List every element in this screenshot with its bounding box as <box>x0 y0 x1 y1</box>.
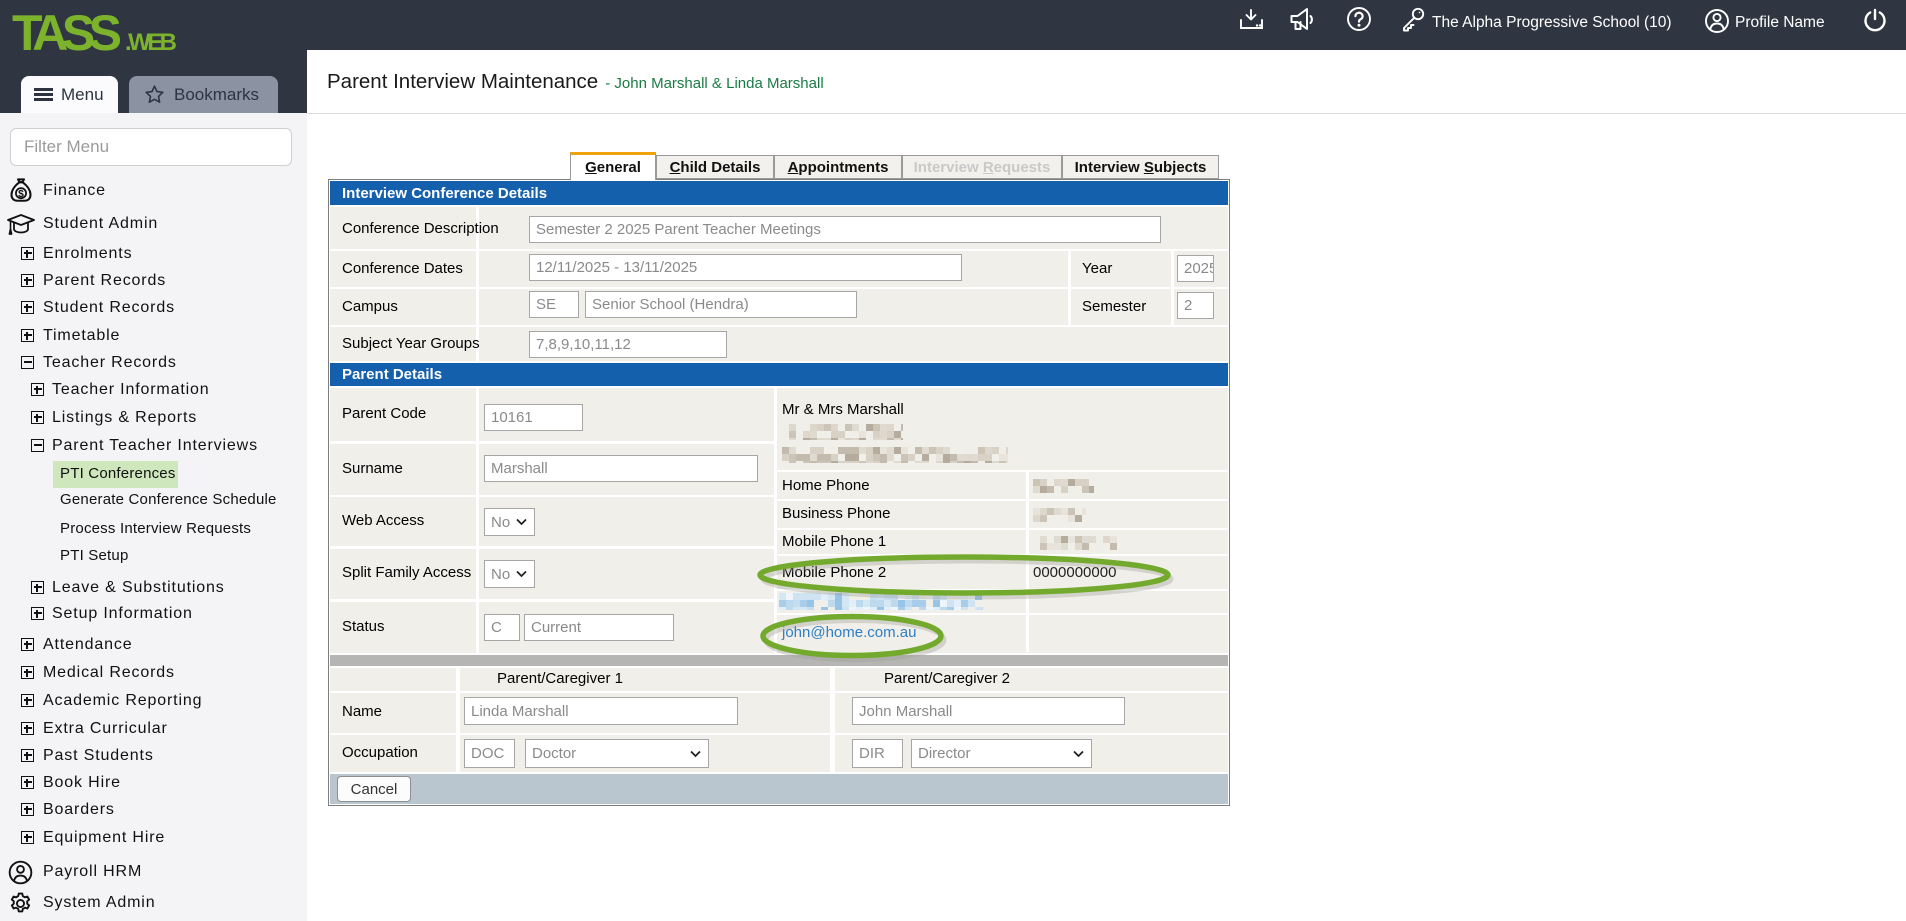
svg-text:TASS: TASS <box>12 5 122 60</box>
svg-text:.WEB: .WEB <box>125 29 177 56</box>
svg-text:$: $ <box>18 189 24 200</box>
svg-text:Profile Name: Profile Name <box>1735 14 1825 31</box>
svg-text:The Alpha Progressive School (: The Alpha Progressive School (10) <box>1432 14 1672 31</box>
